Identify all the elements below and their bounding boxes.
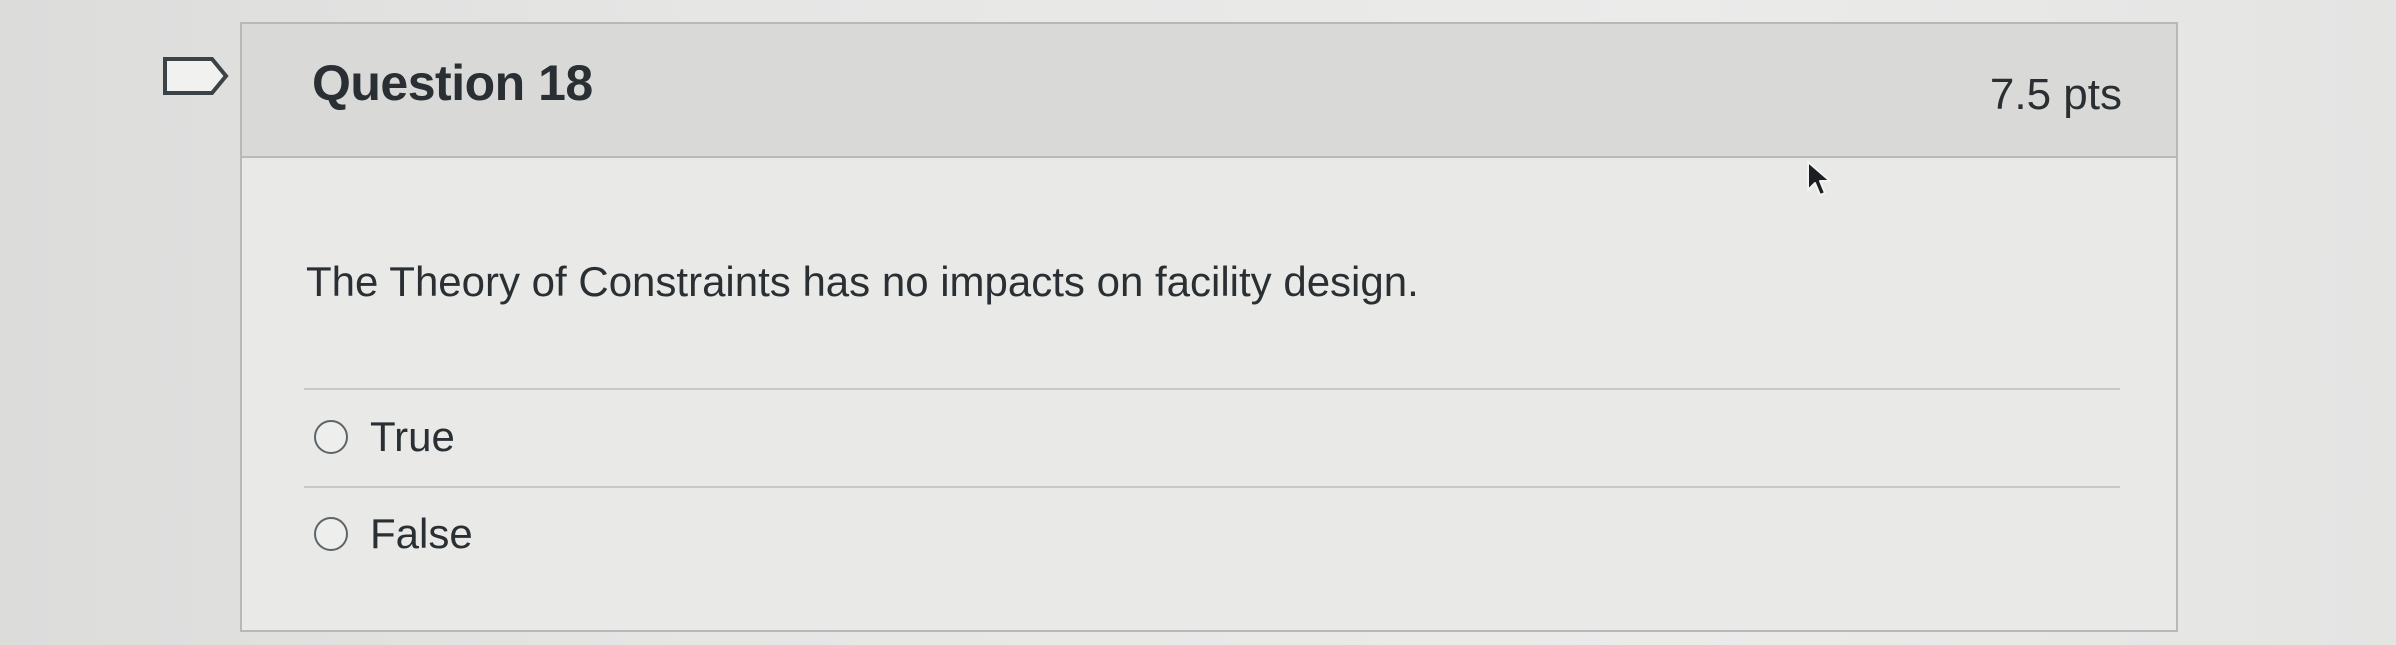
answer-option-true[interactable]: True <box>314 413 455 461</box>
question-body: The Theory of Constraints has no impacts… <box>242 158 2176 630</box>
divider <box>304 388 2120 390</box>
answer-label-true: True <box>370 413 455 460</box>
question-title: Question 18 <box>312 55 593 111</box>
mouse-pointer-icon <box>1806 160 1832 200</box>
question-points: 7.5 pts <box>1989 70 2122 119</box>
question-text: The Theory of Constraints has no impacts… <box>306 258 1419 305</box>
radio-button-true[interactable] <box>314 420 348 454</box>
radio-button-false[interactable] <box>314 517 348 551</box>
question-header: Question 18 7.5 pts <box>242 24 2176 158</box>
divider <box>304 486 2120 488</box>
answer-option-false[interactable]: False <box>314 510 473 558</box>
answer-label-false: False <box>370 510 473 557</box>
flag-question-icon[interactable] <box>162 56 230 96</box>
question-card: Question 18 7.5 pts The Theory of Constr… <box>240 22 2178 632</box>
